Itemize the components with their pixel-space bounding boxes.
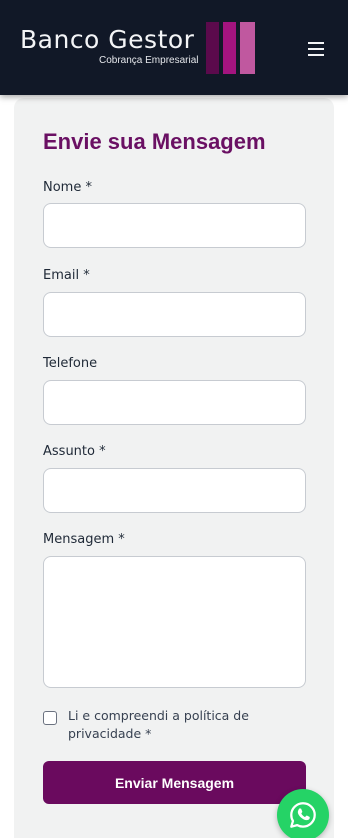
message-label: Mensagem * [43,532,125,547]
privacy-checkbox[interactable] [43,711,57,725]
site-header: Banco Gestor Cobrança Empresarial [0,0,348,95]
message-textarea[interactable] [43,556,306,688]
logo-bar [240,22,255,74]
phone-field[interactable] [43,380,306,425]
whatsapp-button[interactable] [277,789,329,838]
subject-label: Assunto * [43,444,106,459]
phone-label: Telefone [43,356,98,371]
logo-bar [223,22,236,74]
brand-tagline: Cobrança Empresarial [99,55,199,66]
email-field[interactable] [43,292,306,337]
submit-button[interactable]: Enviar Mensagem [43,761,306,804]
brand-logo[interactable]: Banco Gestor Cobrança Empresarial [20,20,260,76]
subject-field[interactable] [43,468,306,513]
brand-name: Banco Gestor [20,25,195,54]
name-label: Nome * [43,180,92,195]
name-field[interactable] [43,203,306,248]
menu-line [308,54,324,56]
form-title: Envie sua Mensagem [43,129,266,154]
menu-line [308,48,324,50]
menu-line [308,42,324,44]
logo-bars-graphic [206,22,256,74]
whatsapp-icon [290,802,316,828]
email-label: Email * [43,268,90,283]
hamburger-menu-icon[interactable] [304,38,328,60]
logo-bar [206,22,219,74]
contact-form-card: Envie sua Mensagem Nome * Email * Telefo… [14,98,334,838]
privacy-checkbox-label[interactable]: Li e compreendi a política de privacidad… [68,707,298,743]
